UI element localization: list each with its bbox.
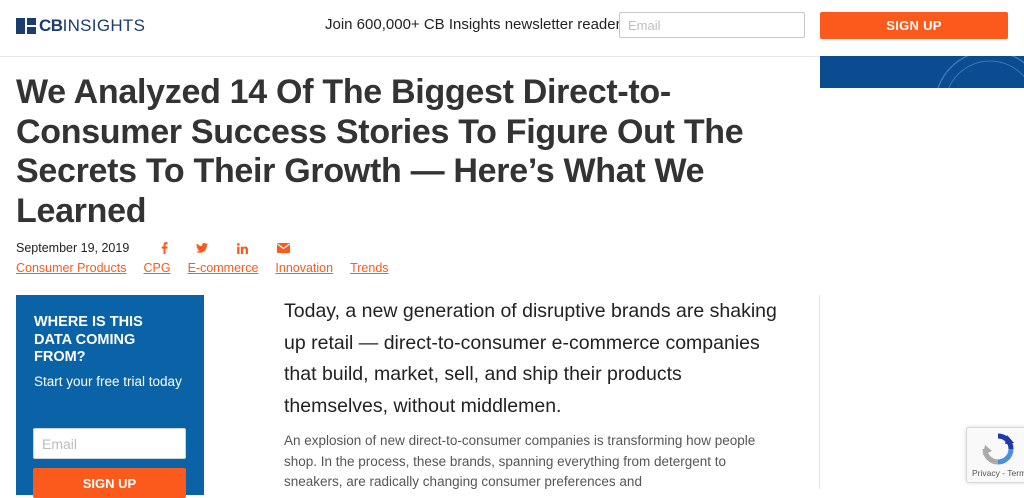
- free-trial-cta-box: WHERE IS THIS DATA COMING FROM? Start yo…: [16, 295, 204, 498]
- logo-text-cb: CB: [39, 16, 63, 35]
- column-divider: [819, 295, 820, 489]
- tag-trends[interactable]: Trends: [350, 261, 388, 275]
- ad-banner[interactable]: [820, 56, 1024, 88]
- article-title: We Analyzed 14 Of The Biggest Direct-to-…: [16, 73, 744, 230]
- newsletter-text: Join 600,000+ CB Insights newsletter rea…: [325, 16, 629, 33]
- tag-cpg[interactable]: CPG: [143, 261, 170, 275]
- newsletter-email-input[interactable]: [619, 12, 805, 38]
- article-date: September 19, 2019: [16, 241, 130, 255]
- linkedin-icon[interactable]: [234, 240, 250, 256]
- newsletter-signup-button[interactable]: SIGN UP: [820, 12, 1008, 39]
- recaptcha-icon: [982, 433, 1014, 465]
- article-body-paragraph: An explosion of new direct-to-consumer c…: [284, 433, 756, 489]
- tag-innovation[interactable]: Innovation: [275, 261, 333, 275]
- recaptcha-badge[interactable]: Privacy - Terms: [966, 427, 1024, 483]
- twitter-icon[interactable]: [194, 240, 210, 256]
- cta-heading: WHERE IS THIS DATA COMING FROM?: [34, 314, 143, 365]
- cta-subtext: Start your free trial today: [34, 374, 182, 389]
- cta-email-input[interactable]: [33, 428, 186, 459]
- tag-e-commerce[interactable]: E-commerce: [188, 261, 259, 275]
- cta-signup-button[interactable]: SIGN UP: [33, 468, 186, 498]
- facebook-icon[interactable]: [156, 240, 172, 256]
- logo-text-insights: INSIGHTS: [62, 16, 146, 35]
- banner-seal-icon: [937, 56, 1024, 88]
- article-lead-paragraph: Today, a new generation of disruptive br…: [284, 300, 777, 417]
- article-tags: Consumer Products CPG E-commerce Innovat…: [16, 261, 389, 275]
- top-bar: CB INSIGHTS Join 600,000+ CB Insights ne…: [0, 0, 1024, 57]
- logo-mark-icon: [16, 18, 36, 34]
- tag-consumer-products[interactable]: Consumer Products: [16, 261, 126, 275]
- email-icon[interactable]: [275, 240, 291, 256]
- recaptcha-links[interactable]: Privacy - Terms: [972, 468, 1024, 478]
- cb-insights-logo[interactable]: CB INSIGHTS: [16, 14, 145, 38]
